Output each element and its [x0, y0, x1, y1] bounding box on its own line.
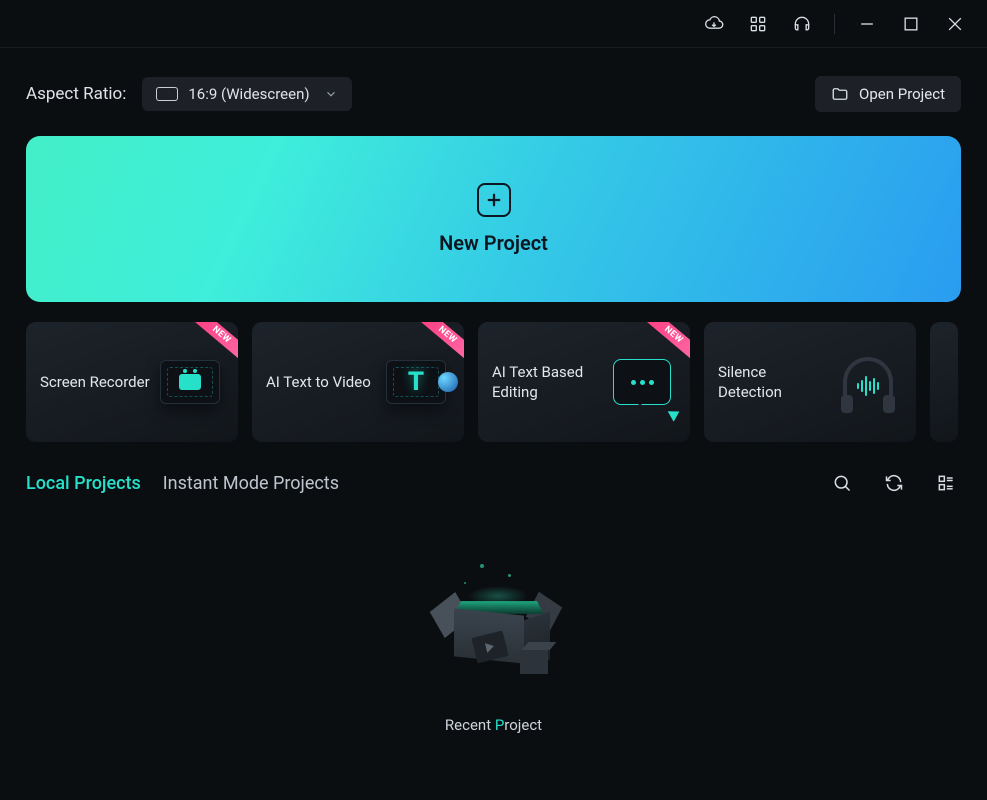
search-icon	[832, 473, 852, 493]
silence-detection-icon	[828, 342, 908, 422]
empty-state-label: Recent Project	[445, 716, 542, 734]
feature-card-ai-text-based-editing[interactable]: NEW AI Text Based Editing	[478, 322, 690, 442]
feature-card-title: Screen Recorder	[40, 372, 150, 392]
new-project-label: New Project	[439, 231, 548, 255]
main-content: Aspect Ratio: 16:9 (Widescreen) Open Pro…	[0, 48, 987, 734]
empty-box-illustration	[424, 568, 564, 688]
screen-recorder-icon	[150, 342, 230, 422]
refresh-button[interactable]	[879, 468, 909, 498]
empty-label-highlight: P	[495, 716, 504, 734]
list-view-icon	[936, 473, 956, 493]
plus-icon	[477, 183, 511, 217]
minimize-button[interactable]	[847, 4, 887, 44]
feature-cards-row: NEW Screen Recorder NEW AI Text to Video…	[26, 322, 961, 442]
feature-card-title: Silence Detection	[718, 362, 828, 403]
top-row: Aspect Ratio: 16:9 (Widescreen) Open Pro…	[26, 76, 961, 112]
feature-card-screen-recorder[interactable]: NEW Screen Recorder	[26, 322, 238, 442]
cloud-download-icon[interactable]	[694, 4, 734, 44]
text-editing-icon	[602, 342, 682, 422]
feature-card-title: AI Text Based Editing	[492, 362, 602, 403]
feature-card-ai-text-to-video[interactable]: NEW AI Text to Video T	[252, 322, 464, 442]
aspect-ratio-select[interactable]: 16:9 (Widescreen)	[142, 77, 352, 111]
close-button[interactable]	[935, 4, 975, 44]
feature-card-overflow[interactable]	[930, 322, 958, 442]
refresh-icon	[884, 473, 904, 493]
open-project-button[interactable]: Open Project	[815, 76, 961, 112]
text-to-video-icon: T	[376, 342, 456, 422]
empty-label-pre: Recent	[445, 716, 495, 734]
empty-label-post: roject	[504, 716, 542, 734]
aspect-ratio-label: Aspect Ratio:	[26, 84, 126, 104]
maximize-button[interactable]	[891, 4, 931, 44]
search-button[interactable]	[827, 468, 857, 498]
aspect-ratio-value: 16:9 (Widescreen)	[188, 85, 314, 103]
headset-support-icon[interactable]	[782, 4, 822, 44]
folder-icon	[831, 85, 849, 103]
chevron-down-icon	[324, 87, 338, 101]
feature-card-title: AI Text to Video	[266, 372, 371, 392]
tab-instant-mode-projects[interactable]: Instant Mode Projects	[163, 473, 339, 494]
feature-card-silence-detection[interactable]: Silence Detection	[704, 322, 916, 442]
titlebar	[0, 0, 987, 48]
apps-grid-icon[interactable]	[738, 4, 778, 44]
titlebar-separator	[834, 14, 835, 34]
view-toggle-button[interactable]	[931, 468, 961, 498]
new-project-button[interactable]: New Project	[26, 136, 961, 302]
widescreen-icon	[156, 87, 178, 101]
empty-state: Recent Project	[26, 568, 961, 734]
open-project-label: Open Project	[859, 85, 945, 103]
tab-local-projects[interactable]: Local Projects	[26, 473, 141, 494]
projects-tabs-row: Local Projects Instant Mode Projects	[26, 468, 961, 498]
